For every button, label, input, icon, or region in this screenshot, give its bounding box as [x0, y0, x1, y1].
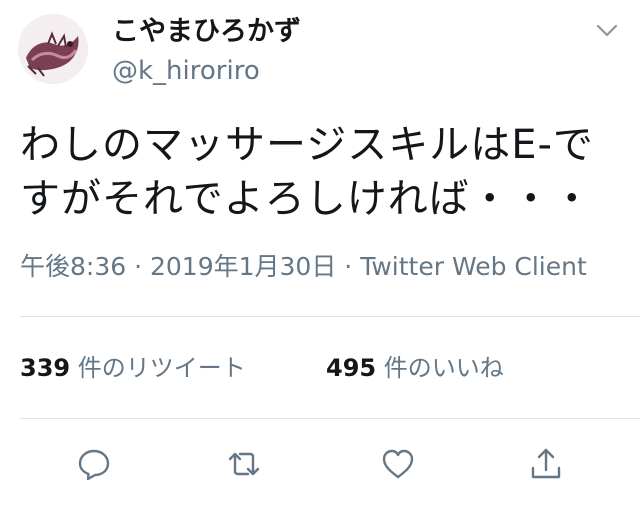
tweet-source[interactable]: Twitter Web Client	[360, 252, 587, 281]
action-bar	[0, 440, 640, 488]
tweet-text: わしのマッサージスキルはE-で すがそれでよろしければ・・・	[20, 118, 620, 226]
retweets-label: 件のリツイート	[77, 354, 246, 382]
meta-separator: ·	[344, 252, 353, 281]
retweets-count: 339	[20, 354, 71, 382]
avatar[interactable]	[18, 14, 88, 84]
display-name[interactable]: こやまひろかず	[112, 14, 301, 50]
tweet-meta: 午後8:36 · 2019年1月30日 · Twitter Web Client	[20, 250, 630, 284]
retweets-stat[interactable]: 339 件のリツイート	[20, 348, 246, 388]
avatar-image	[18, 14, 88, 84]
user-handle[interactable]: @k_hiroriro	[112, 56, 260, 86]
tweet-date[interactable]: 2019年1月30日	[150, 252, 336, 281]
likes-count: 495	[326, 354, 377, 382]
likes-stat[interactable]: 495 件のいいね	[326, 348, 504, 388]
retweet-icon[interactable]	[224, 444, 264, 484]
chevron-down-icon[interactable]	[592, 18, 622, 42]
meta-separator: ·	[134, 252, 143, 281]
reply-icon[interactable]	[74, 444, 114, 484]
tweet-text-line: すがそれでよろしければ・・・	[20, 176, 593, 222]
tweet-text-line: わしのマッサージスキルはE-で	[20, 122, 594, 168]
divider	[20, 418, 640, 419]
heart-icon[interactable]	[378, 444, 418, 484]
likes-label: 件のいいね	[383, 354, 504, 382]
divider	[20, 316, 640, 317]
tweet-time[interactable]: 午後8:36	[20, 252, 126, 281]
share-icon[interactable]	[526, 444, 566, 484]
tweet-detail: こやまひろかず @k_hiroriro わしのマッサージスキルはE-で すがそれ…	[0, 0, 640, 524]
